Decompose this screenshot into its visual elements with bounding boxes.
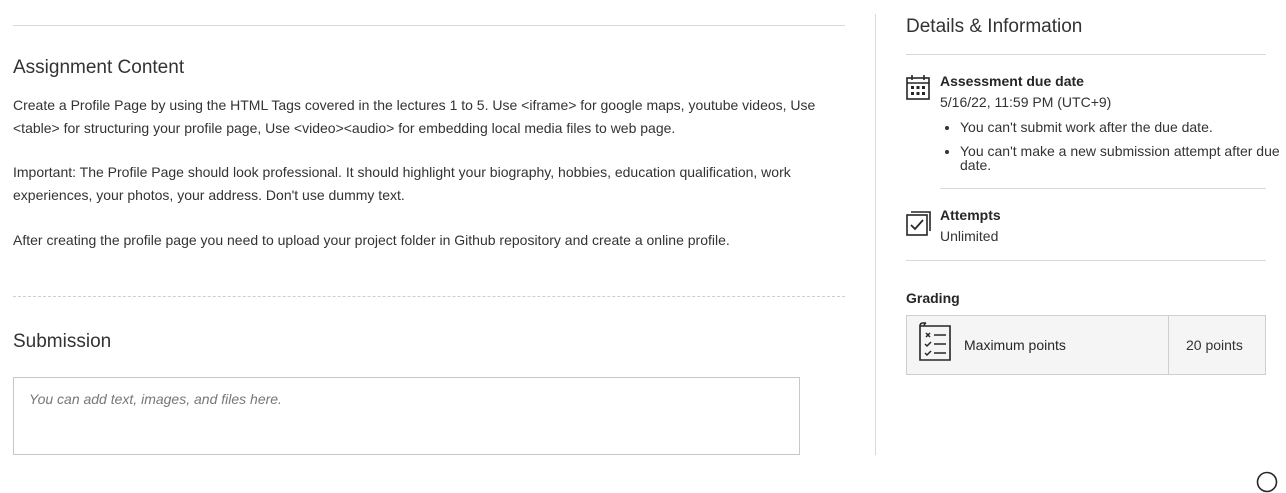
attempts-value: Unlimited (940, 228, 999, 244)
help-icon[interactable] (1256, 471, 1278, 493)
due-date-value: 5/16/22, 11:59 PM (UTC+9) (940, 94, 1112, 110)
details-divider (906, 54, 1266, 55)
grading-cell-divider (1168, 316, 1169, 374)
details-heading: Details & Information (906, 16, 1083, 37)
attempts-divider (906, 260, 1266, 261)
submission-placeholder: You can add text, images, and files here… (29, 391, 282, 407)
section-divider (13, 296, 845, 297)
grading-box: Maximum points 20 points (906, 315, 1266, 375)
due-date-label: Assessment due date (940, 73, 1084, 89)
grading-label: Grading (906, 290, 960, 306)
calendar-icon (906, 75, 930, 100)
maximum-points-value: 20 points (1186, 337, 1243, 353)
due-date-notes: You can't submit work after the due date… (940, 120, 1280, 182)
checkbox-icon (906, 211, 931, 236)
assignment-paragraph-3: After creating the profile page you need… (13, 232, 730, 248)
maximum-points-label: Maximum points (964, 337, 1066, 353)
submission-editor[interactable]: You can add text, images, and files here… (13, 377, 800, 455)
due-divider (940, 188, 1266, 189)
due-note-1: You can't submit work after the due date… (960, 120, 1280, 134)
assignment-content-heading: Assignment Content (13, 57, 185, 78)
assignment-paragraph-2: Important: The Profile Page should look … (13, 164, 791, 203)
submission-heading: Submission (13, 331, 112, 352)
attempts-label: Attempts (940, 207, 1001, 223)
panel-divider (875, 14, 876, 455)
assignment-paragraph-1: Create a Profile Page by using the HTML … (13, 97, 816, 136)
top-divider (13, 25, 845, 26)
rubric-checklist-icon (919, 322, 951, 361)
due-note-2: You can't make a new submission attempt … (960, 144, 1280, 172)
